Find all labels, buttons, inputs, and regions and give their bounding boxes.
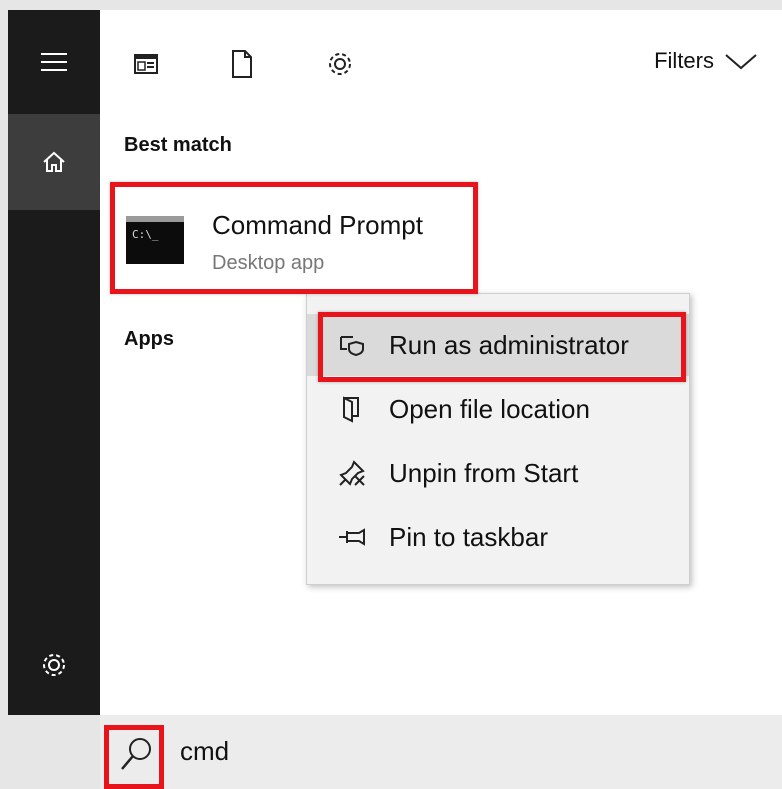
pin-icon [331,528,373,546]
settings-button[interactable] [8,625,100,705]
home-button[interactable] [8,114,100,210]
result-annotation-box [110,182,478,294]
filters-dropdown[interactable]: Filters [654,48,758,74]
document-icon [232,50,252,78]
menu-item-unpin-from-start[interactable]: Unpin from Start [307,442,689,504]
app-layout-icon [134,54,158,74]
gear-icon [329,53,351,75]
home-icon [43,151,65,172]
search-annotation-box [104,725,164,789]
apps-heading: Apps [124,328,174,350]
folder-icon [331,395,373,423]
filters-label: Filters [654,48,714,73]
results-toolbar: Filters [100,10,782,120]
gear-icon [43,654,65,676]
menu-item-open-file-location[interactable]: Open file location [307,378,689,440]
menu-button[interactable] [8,10,100,114]
search-input[interactable]: cmd [180,736,229,767]
chevron-down-icon [725,54,757,70]
window-top-border [0,0,782,10]
unpin-icon [331,459,373,487]
settings-filter-button[interactable] [320,44,360,84]
window-left-edge [0,10,8,789]
best-match-heading: Best match [124,134,232,156]
apps-filter-button[interactable] [126,44,166,84]
menu-annotation-box [318,312,686,382]
start-rail [8,10,100,715]
menu-item-pin-to-taskbar[interactable]: Pin to taskbar [307,506,689,568]
hamburger-icon [41,53,67,71]
documents-filter-button[interactable] [222,44,262,84]
